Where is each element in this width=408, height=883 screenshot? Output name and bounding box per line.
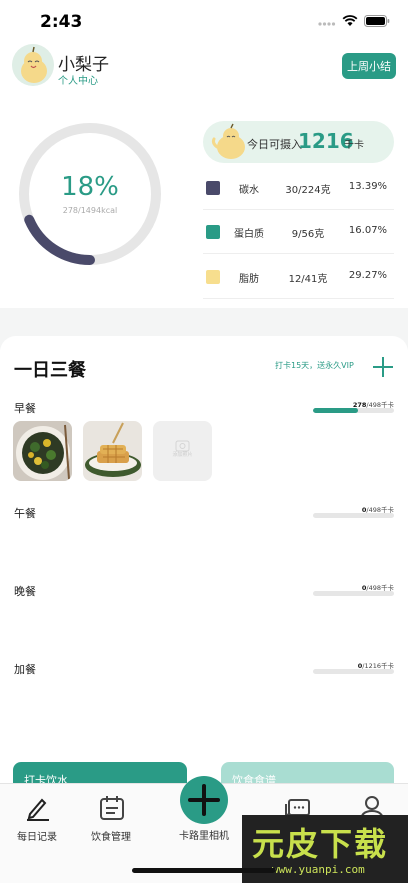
- camera-placeholder-icon: [175, 440, 190, 452]
- meal-name-dinner: 晚餐: [14, 585, 36, 598]
- nutrient-name: 脂肪: [239, 274, 259, 285]
- calendar-icon: [100, 796, 124, 820]
- app-screen: 2:43 小梨子 个人中心 上周小结 18% 278/1494kcal 今日可摄…: [0, 0, 408, 883]
- status-time: 2:43: [40, 12, 83, 32]
- ring-kcal-progress: 278/1494kcal: [62, 206, 118, 215]
- tab-daily-record[interactable]: 每日记录: [0, 784, 74, 846]
- status-icons: [318, 15, 390, 27]
- meal-progress-fill: [313, 408, 359, 413]
- pen-icon: [27, 798, 49, 821]
- watermark-title: 元皮下载: [252, 825, 389, 863]
- meal-progress-lunch: [313, 513, 394, 518]
- calorie-camera-plus-button[interactable]: [180, 776, 228, 824]
- add-meal-plus-icon[interactable]: [372, 356, 394, 378]
- meal-progress-snack: [313, 669, 394, 674]
- nutrient-amount: 12/41克: [288, 274, 328, 285]
- wifi-icon: [342, 15, 358, 26]
- tab-label: 每日记录: [17, 832, 57, 843]
- pear-mascot-icon: [12, 44, 54, 86]
- meals-title: 一日三餐: [14, 360, 86, 381]
- status-bar: 2:43: [0, 0, 408, 44]
- pear-mascot-icon: [211, 123, 245, 159]
- nutrient-amount: 9/56克: [291, 229, 325, 240]
- food-photo-greens[interactable]: [13, 421, 72, 481]
- meal-progress-dinner: [313, 591, 394, 596]
- meal-name-lunch: 午餐: [14, 507, 36, 520]
- carbs-swatch: [206, 181, 220, 195]
- personal-center-link[interactable]: 个人中心: [58, 72, 98, 87]
- nutrient-name: 蛋白质: [234, 229, 264, 240]
- nutrient-percent: 16.07%: [348, 225, 388, 236]
- calorie-camera-label: 卡路里相机: [179, 831, 229, 842]
- avatar[interactable]: [12, 44, 54, 86]
- battery-icon: [364, 15, 390, 27]
- add-photo-label: 添加照片: [172, 452, 193, 458]
- home-indicator: [132, 868, 276, 873]
- nutrient-row-carbs: 碳水 30/224克 13.39%: [203, 166, 394, 210]
- food-photo-waffles[interactable]: [83, 421, 142, 481]
- add-photo-button[interactable]: 添加照片: [153, 421, 212, 481]
- protein-swatch: [206, 225, 220, 239]
- daily-intake-pill: 今日可摄入 1216 千卡: [203, 121, 394, 163]
- tab-diet-management[interactable]: 饮食管理: [74, 784, 148, 846]
- meal-name-snack: 加餐: [14, 663, 36, 676]
- intake-unit: 千卡: [344, 140, 364, 151]
- tab-label: 饮食管理: [91, 832, 131, 843]
- nutrient-percent: 13.39%: [348, 181, 388, 192]
- ring-percent: 18%: [61, 172, 119, 202]
- meal-name-breakfast: 早餐: [14, 402, 36, 415]
- nutrient-percent: 29.27%: [348, 270, 388, 281]
- intake-label: 今日可摄入: [247, 138, 302, 151]
- nutrient-amount: 30/224克: [285, 185, 331, 196]
- fat-swatch: [206, 270, 220, 284]
- checkin-promo-link[interactable]: 打卡15天，送永久VIP: [275, 360, 354, 371]
- signal-icon: [318, 21, 336, 26]
- meal-progress-breakfast: [313, 408, 394, 413]
- watermark-url: www.yuanpi.com: [272, 863, 365, 876]
- weekly-summary-button[interactable]: 上周小结: [342, 53, 396, 79]
- calorie-ring: 18% 278/1494kcal: [16, 120, 164, 268]
- nutrient-name: 碳水: [239, 185, 259, 196]
- nutrient-row-fat: 脂肪 12/41克 29.27%: [203, 255, 394, 299]
- nutrient-row-protein: 蛋白质 9/56克 16.07%: [203, 210, 394, 254]
- waffles-dish-image: [83, 421, 142, 481]
- greens-dish-image: [13, 421, 72, 481]
